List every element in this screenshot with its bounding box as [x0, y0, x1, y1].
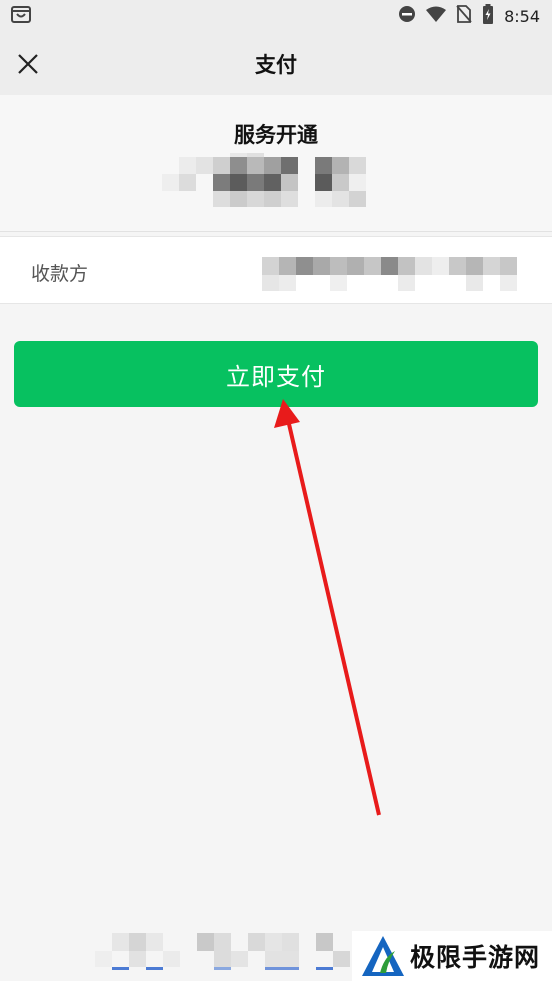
status-icons: 8:54	[398, 4, 540, 28]
watermark: 极限手游网	[352, 931, 552, 981]
status-time: 8:54	[504, 6, 540, 26]
app-notification-icon	[10, 4, 32, 28]
merchant-name: 服务开通	[234, 123, 318, 147]
battery-charging-icon	[482, 4, 494, 28]
status-bar: 8:54	[0, 0, 552, 32]
pixelated-payee-name	[262, 257, 522, 293]
close-icon	[18, 54, 38, 74]
close-button[interactable]	[14, 50, 42, 78]
no-sim-icon	[456, 5, 472, 27]
payee-row: 收款方	[0, 236, 552, 304]
pixelated-amount	[162, 153, 372, 207]
watermark-text: 极限手游网	[410, 943, 541, 972]
do-not-disturb-icon	[398, 5, 416, 27]
payee-label: 收款方	[31, 263, 89, 285]
wifi-icon	[426, 6, 447, 26]
merchant-card: 服务开通	[0, 95, 552, 232]
watermark-logo-icon	[362, 936, 404, 976]
nav-bar: 支付	[0, 32, 552, 95]
page-title: 支付	[255, 52, 297, 77]
pixelated-footer	[95, 933, 365, 977]
pay-now-button[interactable]: 立即支付	[14, 341, 538, 407]
